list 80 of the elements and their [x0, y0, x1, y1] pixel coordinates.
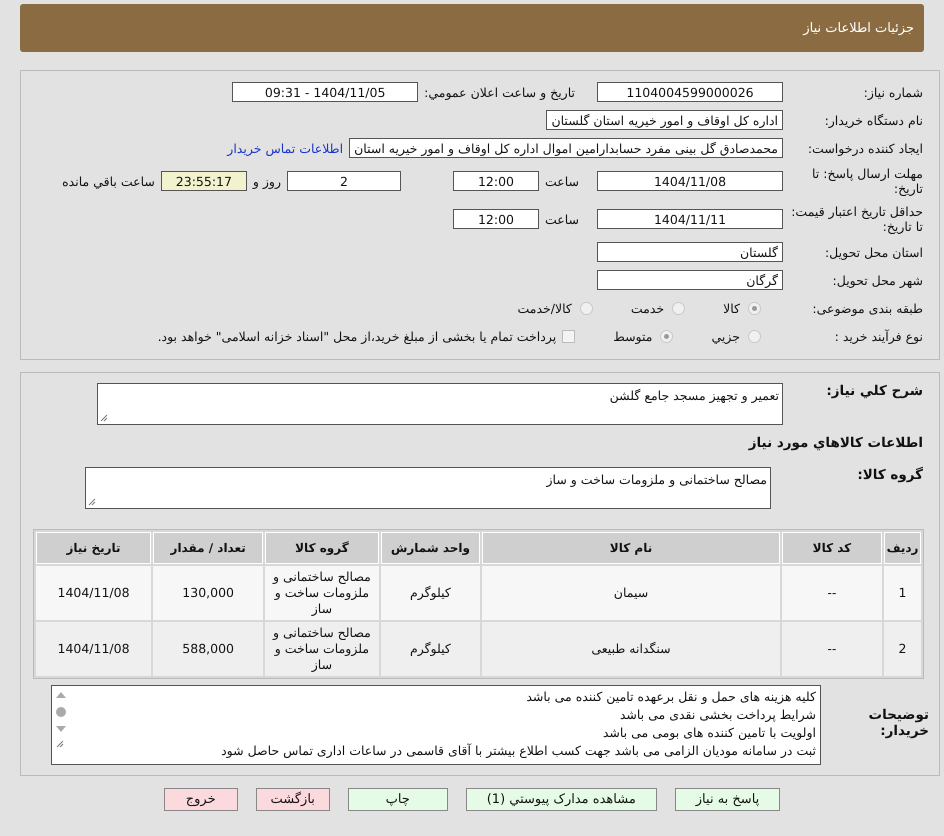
page-title: جزئیات اطلاعات نیاز	[803, 20, 914, 36]
city-field[interactable]: گرگان	[597, 270, 783, 290]
table-cell: 1404/11/08	[36, 566, 152, 620]
table-cell: 1404/11/08	[36, 622, 152, 676]
radio-label: کالا	[723, 300, 740, 316]
column-header: کد کالا	[782, 532, 882, 564]
goods-group-field[interactable]: مصالح ساختمانی و ملزومات ساخت و ساز	[85, 467, 771, 509]
field-label: استان محل تحویل:	[824, 244, 924, 260]
field-label: ساعت	[544, 212, 579, 226]
scrollbar-drawing[interactable]	[54, 690, 68, 750]
column-header: گروه کالا	[265, 532, 379, 564]
radio-button[interactable]	[748, 302, 761, 314]
column-header: تاریخ نیاز	[36, 532, 152, 564]
table-cell: 130,000	[153, 566, 264, 620]
field-label: شماره نیاز:	[862, 84, 924, 100]
field-label: توضیحات خریدار:	[868, 706, 930, 740]
deadline-time-field[interactable]: 12:00	[452, 171, 539, 191]
remaining-time-field[interactable]: 23:55:17	[160, 171, 247, 191]
buyer-notes-field[interactable]	[51, 685, 821, 765]
buyer-org-field[interactable]: اداره کل اوقاف و امور خیریه استان گلستان	[546, 110, 783, 130]
checkbox-label: پرداخت تمام یا بخشی از مبلغ خرید،از محل "اسناد خزانه اسلامی" خواهد بود.	[158, 328, 556, 344]
table-cell: سیمان	[482, 566, 780, 620]
announce-date-field[interactable]: 1404/11/05 - 09:31	[232, 82, 418, 102]
resize-grip-icon[interactable]	[88, 498, 96, 506]
field-label: نام دستگاه خریدار:	[824, 112, 924, 128]
field-label: ساعت باقي مانده	[62, 174, 155, 188]
field-label: تاريخ و ساعت اعلان عمومي:	[424, 84, 575, 100]
checkbox[interactable]	[562, 330, 576, 342]
column-header: ردیف	[884, 532, 921, 564]
table-cell: --	[782, 622, 882, 676]
field-label: طبقه بندی موضوعی:	[811, 300, 924, 316]
note-line: ثبت در سامانه مودیان الزامی می باشد جهت کسب اطلاع بیشتر با آقای قاسمی در ساعات اداری تماس حاصل شود	[220, 742, 816, 760]
action-button[interactable]: خروج	[164, 788, 238, 811]
field-label: شهر محل تحویل:	[832, 272, 924, 288]
table-cell: 2	[884, 622, 921, 676]
section-title: اطلاعات کالاهاي مورد نياز	[747, 434, 924, 453]
table-cell: --	[782, 566, 882, 620]
need-number-field[interactable]: 1104004599000026	[597, 82, 783, 102]
days-field[interactable]: 2	[286, 171, 401, 191]
table-cell: 588,000	[153, 622, 264, 676]
description-field[interactable]: تعمیر و تجهیز مسجد جامع گلشن	[97, 383, 783, 425]
column-header: تعداد / مقدار	[153, 532, 264, 564]
radio-label: متوسط	[613, 328, 652, 344]
field-label: نوع فرآیند خرید :	[834, 328, 924, 344]
note-line: شرایط پرداخت بخشی نقدی می باشد	[618, 706, 816, 724]
column-header: واحد شمارش	[380, 532, 480, 564]
field-label: ایجاد کننده درخواست:	[806, 140, 924, 156]
radio-button[interactable]	[580, 302, 593, 314]
radio-button[interactable]	[660, 330, 674, 342]
field-label: گروه کالا:	[856, 467, 924, 484]
validity-date-field[interactable]: 1404/11/11	[597, 209, 783, 229]
table-cell: 1	[884, 566, 921, 620]
requester-field[interactable]: محمدصادق گل بینی مفرد حسابدارامین اموال اداره کل اوقاف و امور خیریه استان	[349, 138, 783, 158]
note-line: اولویت با تامین کننده های بومی می باشد	[602, 724, 816, 742]
field-label: ساعت	[544, 174, 579, 188]
table-cell: مصالح ساختمانی و ملزومات ساخت و ساز	[265, 566, 379, 620]
buyer-contact-link[interactable]: اطلاعات تماس خریدار	[227, 140, 344, 156]
table-cell: کیلوگرم	[380, 566, 480, 620]
field-label: روز و	[252, 174, 281, 188]
field-label: شرح کلي نياز:	[825, 383, 924, 400]
validity-time-field[interactable]: 12:00	[452, 209, 539, 229]
field-label: حداقل تاریخ اعتبار قیمت: تا تاریخ:	[790, 204, 924, 234]
action-button[interactable]: پاسخ به نیاز	[674, 788, 780, 811]
table-cell: کیلوگرم	[380, 622, 480, 676]
table-cell: سنگدانه طبیعی	[482, 622, 780, 676]
radio-label: کالا/خدمت	[517, 300, 572, 316]
radio-button[interactable]	[748, 330, 761, 342]
radio-label: جزيي	[711, 328, 740, 344]
deadline-date-field[interactable]: 1404/11/08	[597, 171, 783, 191]
field-label: مهلت ارسال پاسخ: تا تاریخ:	[811, 166, 924, 196]
note-line: کلیه هزینه های حمل و نقل برعهده تامین کننده می باشد	[525, 688, 816, 706]
action-button[interactable]: مشاهده مدارک پیوستي (1)	[466, 788, 657, 811]
resize-grip-icon[interactable]	[100, 414, 108, 422]
column-header: نام کالا	[482, 532, 780, 564]
radio-label: خدمت	[630, 300, 664, 316]
table-cell: مصالح ساختمانی و ملزومات ساخت و ساز	[265, 622, 379, 676]
province-field[interactable]: گلستان	[597, 242, 783, 262]
action-button[interactable]: چاپ	[348, 788, 448, 811]
radio-button[interactable]	[672, 302, 686, 314]
action-button[interactable]: بازگشت	[256, 788, 330, 811]
